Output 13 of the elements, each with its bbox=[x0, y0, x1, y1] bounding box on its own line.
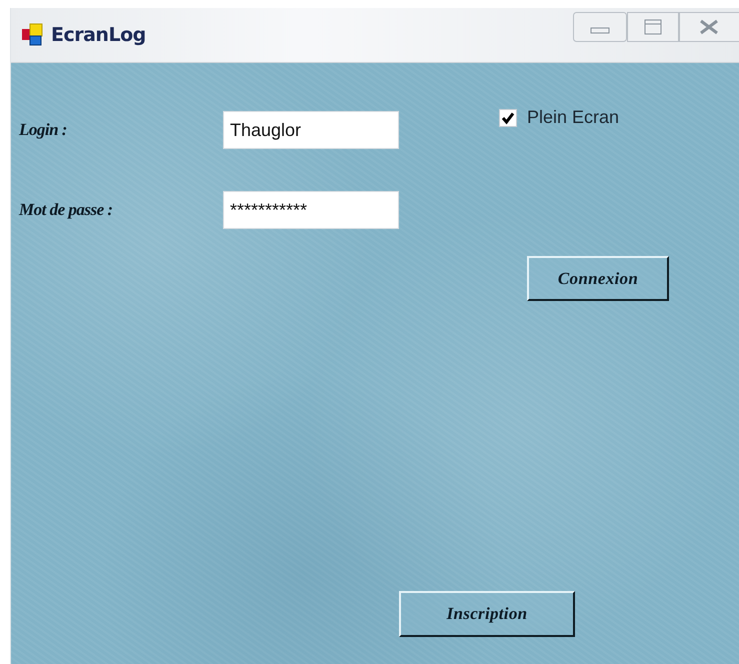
checkbox-label: Plein Ecran bbox=[527, 107, 620, 128]
close-button[interactable] bbox=[679, 12, 739, 42]
field-label: Login : bbox=[19, 120, 67, 139]
input-field[interactable]: Thauglor bbox=[223, 111, 399, 149]
input-field[interactable]: *********** bbox=[223, 191, 399, 229]
connect-button[interactable]: Connexion bbox=[527, 256, 669, 301]
checkbox[interactable] bbox=[499, 108, 517, 126]
field-label: Mot de passe : bbox=[19, 200, 113, 219]
register-button[interactable]: Inscription bbox=[399, 591, 575, 637]
minimize-button[interactable] bbox=[573, 12, 627, 42]
window-title: EcranLog bbox=[51, 24, 146, 46]
app-icon bbox=[21, 23, 45, 47]
maximize-button[interactable] bbox=[627, 12, 679, 42]
